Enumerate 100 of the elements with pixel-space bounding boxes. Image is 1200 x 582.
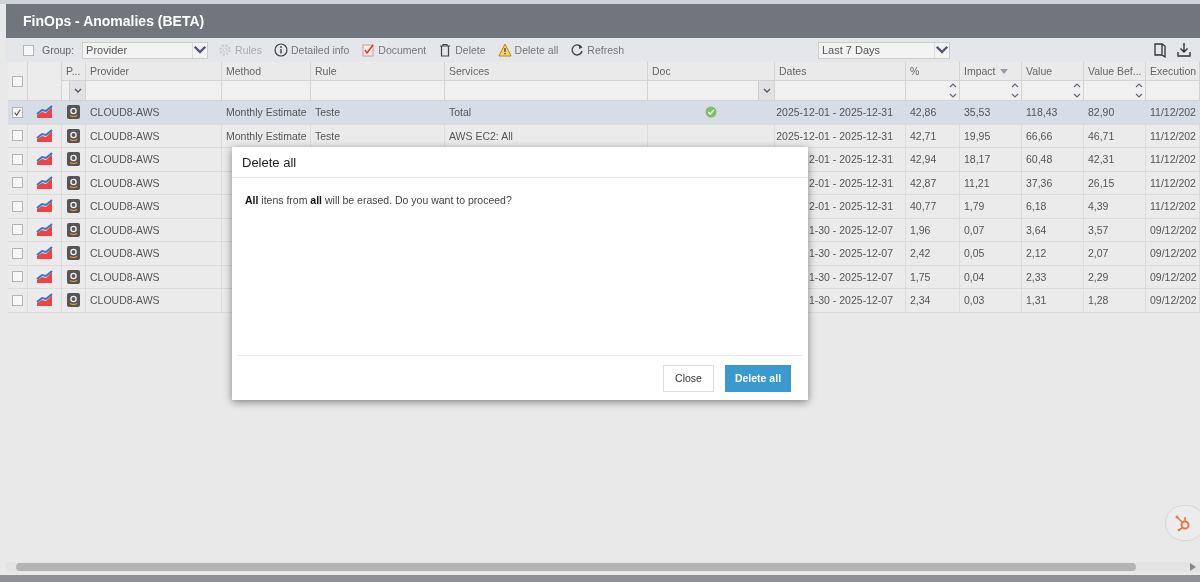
provider-logo-icon [67,269,80,284]
table-cell: 2,12 [1022,242,1084,266]
dialog-message: All itens from all will be erased. Do you want to proceed? [245,194,512,206]
row-checkbox[interactable] [12,247,23,259]
group-select[interactable]: Provider [82,41,209,59]
row-checkbox[interactable] [12,130,23,142]
column-header[interactable]: Impact [960,62,1022,81]
table-cell: CLOUD8-AWS [86,218,222,242]
chat-launcher[interactable] [1165,505,1200,541]
table-cell: 0,03 [960,289,1022,313]
table-cell: 37,36 [1022,171,1084,195]
chevron-down-icon[interactable] [935,44,949,56]
filter-field[interactable] [1146,81,1200,101]
filter-field[interactable] [86,81,222,101]
table-cell: 66,66 [1022,124,1084,148]
table-cell: CLOUD8-AWS [86,242,222,266]
column-header[interactable]: Provider [86,62,222,81]
area-chart-icon[interactable] [36,293,53,308]
warning-icon [497,43,512,57]
filter-field[interactable] [445,81,648,101]
row-checkbox[interactable] [12,200,23,212]
area-chart-icon[interactable] [36,222,53,237]
chevron-down-icon [762,87,771,94]
table-cell: 1,28 [1084,289,1146,313]
toolbar-button[interactable]: Delete [436,43,488,57]
row-checkbox[interactable] [12,294,23,306]
table-cell: 11/12/202 [1146,101,1200,125]
scroll-right-icon[interactable] [1190,563,1196,571]
filter-field[interactable] [906,81,960,101]
area-chart-icon[interactable] [36,128,53,143]
table-cell: 09/12/202 [1146,289,1200,313]
filter-field[interactable] [648,81,775,101]
column-header[interactable]: Value Bef... [1084,62,1146,81]
chevron-down-icon [73,87,82,94]
dropdown-button[interactable] [69,81,85,100]
column-header[interactable]: P... [62,62,86,81]
row-checkbox[interactable] [12,177,23,189]
table-cell: 19,95 [960,124,1022,148]
spinner-buttons[interactable] [1133,81,1145,100]
table-cell: 1,75 [906,265,960,289]
spinner-buttons[interactable] [1009,81,1021,100]
table-cell: CLOUD8-AWS [86,289,222,313]
area-chart-icon[interactable] [36,105,53,120]
column-header[interactable]: Value [1022,62,1084,81]
column-header[interactable]: Doc [648,62,775,81]
row-checkbox[interactable] [12,271,23,283]
table-cell: 0,04 [960,265,1022,289]
table-cell: 42,87 [906,171,960,195]
column-header[interactable]: Services [445,62,648,81]
toolbar-button[interactable]: Refresh [568,43,627,57]
filter-field[interactable] [311,81,445,101]
table-cell: 4,39 [1084,195,1146,219]
area-chart-icon[interactable] [36,246,53,261]
column-header[interactable]: Dates [775,62,906,81]
filter-field[interactable] [1084,81,1146,101]
provider-logo-icon [67,105,80,120]
horizontal-scrollbar[interactable] [6,562,1200,572]
column-header[interactable]: Method [222,62,311,81]
filter-field[interactable] [62,81,86,101]
refresh-icon [570,43,585,57]
filter-field[interactable] [960,81,1022,101]
row-checkbox[interactable] [12,224,23,236]
provider-logo-icon [67,246,80,261]
filter-field[interactable] [1022,81,1084,101]
filter-field[interactable] [775,81,906,101]
row-checkbox[interactable] [12,106,23,118]
confirm-button[interactable]: Delete all [725,364,791,392]
period-select[interactable]: Last 7 Days [818,41,950,59]
table-cell: 42,86 [906,101,960,125]
table-cell: 1,31 [1022,289,1084,313]
provider-logo-icon [67,175,80,190]
area-chart-icon[interactable] [36,269,53,284]
close-button[interactable]: Close [663,364,714,392]
dropdown-button[interactable] [758,81,774,100]
filter-field[interactable] [222,81,311,101]
hub-icon [1174,514,1192,532]
toolbar-button[interactable]: Document [359,43,429,57]
row-checkbox[interactable] [12,153,23,165]
checklist-icon [361,43,376,57]
column-header[interactable]: Rule [311,62,445,81]
table-cell: 18,17 [960,148,1022,172]
select-all-checkbox[interactable] [12,75,23,87]
spinner-buttons[interactable] [947,81,959,100]
table-cell: CLOUD8-AWS [86,101,222,125]
area-chart-icon[interactable] [36,152,53,167]
book-icon[interactable] [1152,42,1168,58]
column-header[interactable]: Execution [1146,62,1200,81]
checkbox[interactable] [23,44,34,56]
table-cell: CLOUD8-AWS [86,171,222,195]
download-icon[interactable] [1176,42,1192,58]
table-cell: 60,48 [1022,148,1084,172]
toolbar-button[interactable]: Delete all [495,43,561,57]
area-chart-icon[interactable] [36,199,53,214]
spinner-buttons[interactable] [1071,81,1083,100]
toolbar-button[interactable]: Detailed info [271,43,352,57]
table-cell: 42,94 [906,148,960,172]
area-chart-icon[interactable] [36,175,53,190]
column-header[interactable]: % [906,62,960,81]
table-cell: 1,96 [906,218,960,242]
chevron-down-icon[interactable] [193,44,208,56]
